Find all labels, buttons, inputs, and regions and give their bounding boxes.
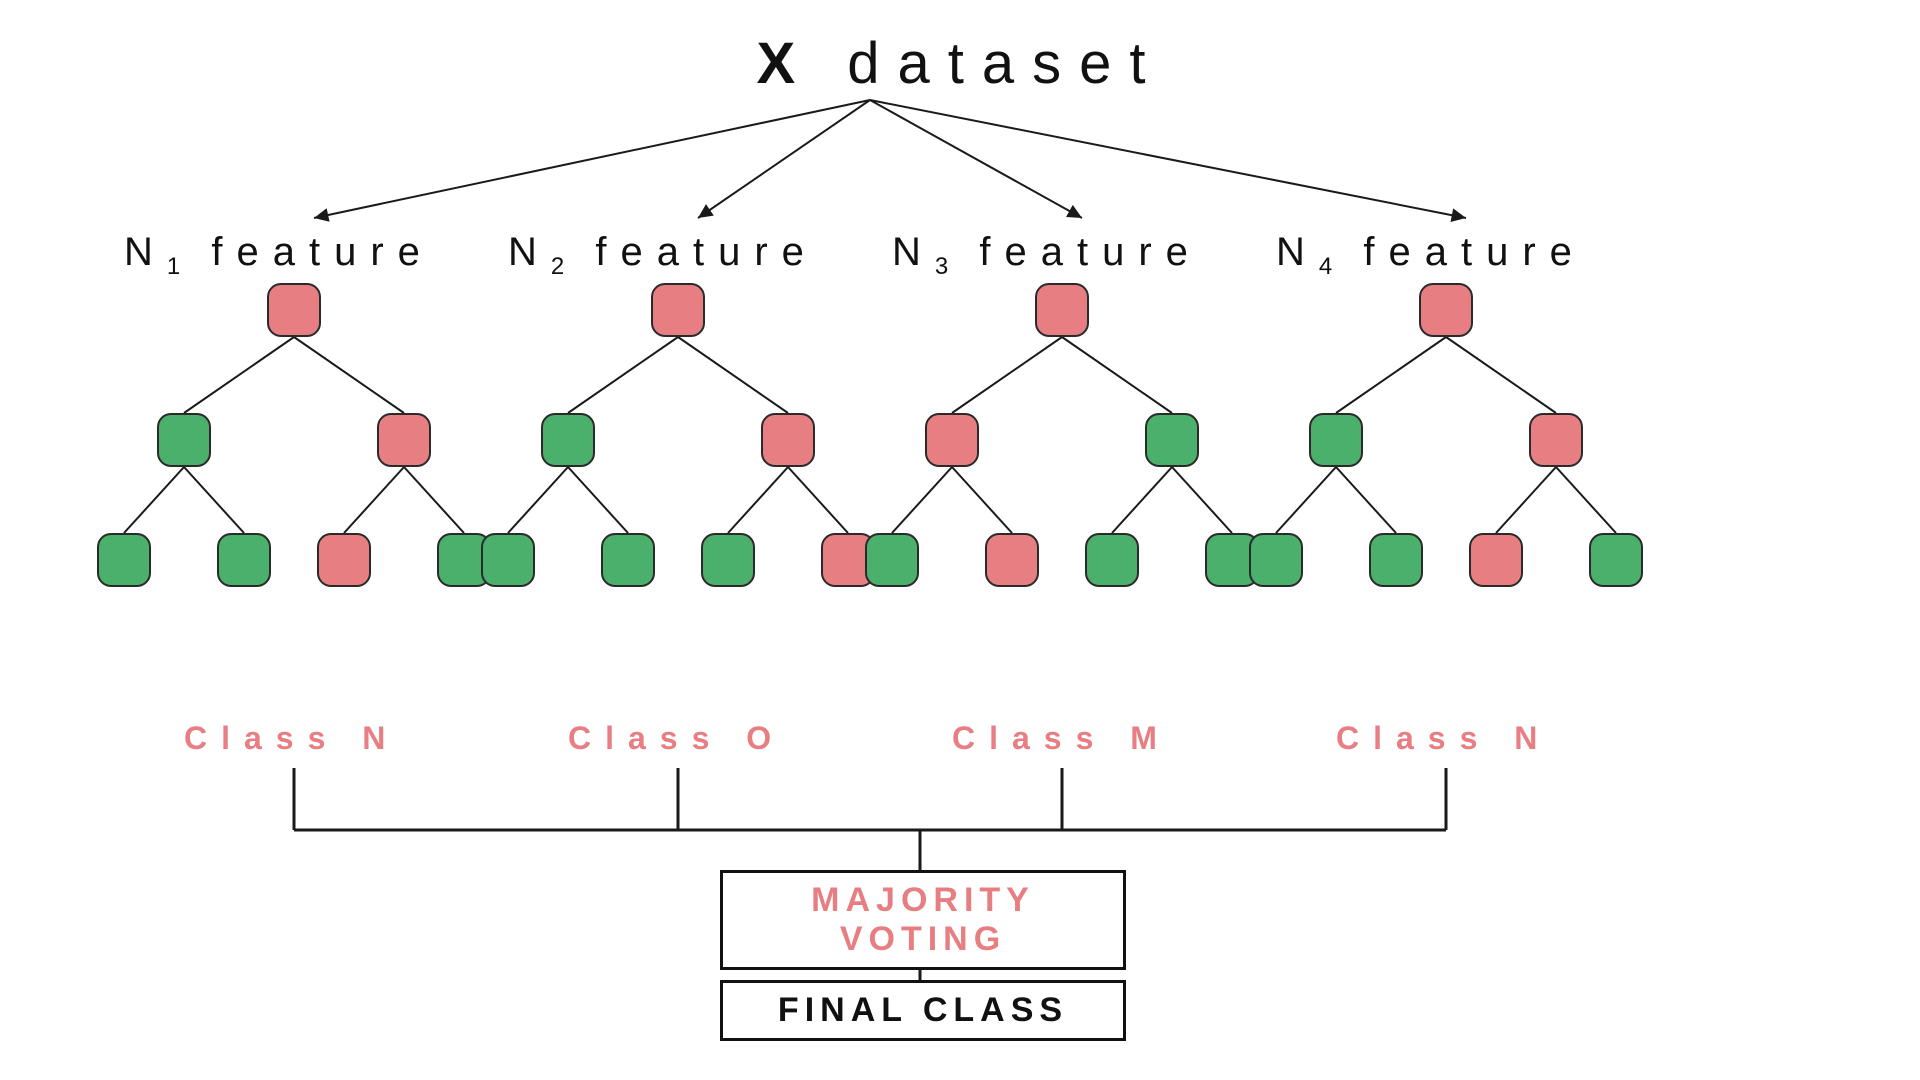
feature-prefix: N [892, 230, 935, 274]
tree-node-root [1419, 283, 1473, 337]
class-label: Class N [1336, 720, 1551, 757]
feature-subscript: 2 [551, 253, 570, 280]
title-rest: dataset [847, 31, 1163, 96]
tree-node-leaf [1085, 533, 1139, 587]
feature-subscript: 1 [167, 253, 186, 280]
tree-node-root [651, 283, 705, 337]
feature-prefix: N [1276, 230, 1319, 274]
tree-node-mid [761, 413, 815, 467]
class-label: Class N [184, 720, 399, 757]
feature-label: N3 feature [892, 230, 1202, 281]
feature-subscript: 4 [1319, 253, 1338, 280]
tree-node-root [1035, 283, 1089, 337]
tree-node-leaf [601, 533, 655, 587]
tree-node-leaf [1369, 533, 1423, 587]
feature-prefix: N [124, 230, 167, 274]
feature-subscript: 3 [935, 253, 954, 280]
feature-word: feature [211, 230, 434, 274]
tree-node-leaf [865, 533, 919, 587]
feature-word: feature [595, 230, 818, 274]
tree-node-leaf [317, 533, 371, 587]
tree-node-mid [1529, 413, 1583, 467]
tree-node-mid [541, 413, 595, 467]
feature-label: N4 feature [1276, 230, 1586, 281]
feature-prefix: N [508, 230, 551, 274]
feature-label: N1 feature [124, 230, 434, 281]
tree-node-mid [377, 413, 431, 467]
majority-voting-label: MAJORITY VOTING [811, 881, 1035, 958]
tree-node-mid [157, 413, 211, 467]
tree-node-leaf [1469, 533, 1523, 587]
majority-voting-box: MAJORITY VOTING [720, 870, 1126, 970]
class-label: Class O [568, 720, 785, 757]
class-label: Class M [952, 720, 1171, 757]
final-class-box: FINAL CLASS [720, 980, 1126, 1041]
tree-node-mid [925, 413, 979, 467]
tree-node-leaf [97, 533, 151, 587]
feature-word: feature [1363, 230, 1586, 274]
tree-node-leaf [985, 533, 1039, 587]
feature-word: feature [979, 230, 1202, 274]
tree-node-leaf [701, 533, 755, 587]
tree-node-leaf [1589, 533, 1643, 587]
tree-node-mid [1309, 413, 1363, 467]
tree-node-leaf [217, 533, 271, 587]
tree-node-leaf [1249, 533, 1303, 587]
tree-node-root [267, 283, 321, 337]
tree-node-leaf [481, 533, 535, 587]
title-bold: X [756, 31, 813, 96]
diagram-title: X dataset [0, 30, 1920, 97]
final-class-label: FINAL CLASS [778, 991, 1068, 1029]
tree-node-mid [1145, 413, 1199, 467]
feature-label: N2 feature [508, 230, 818, 281]
